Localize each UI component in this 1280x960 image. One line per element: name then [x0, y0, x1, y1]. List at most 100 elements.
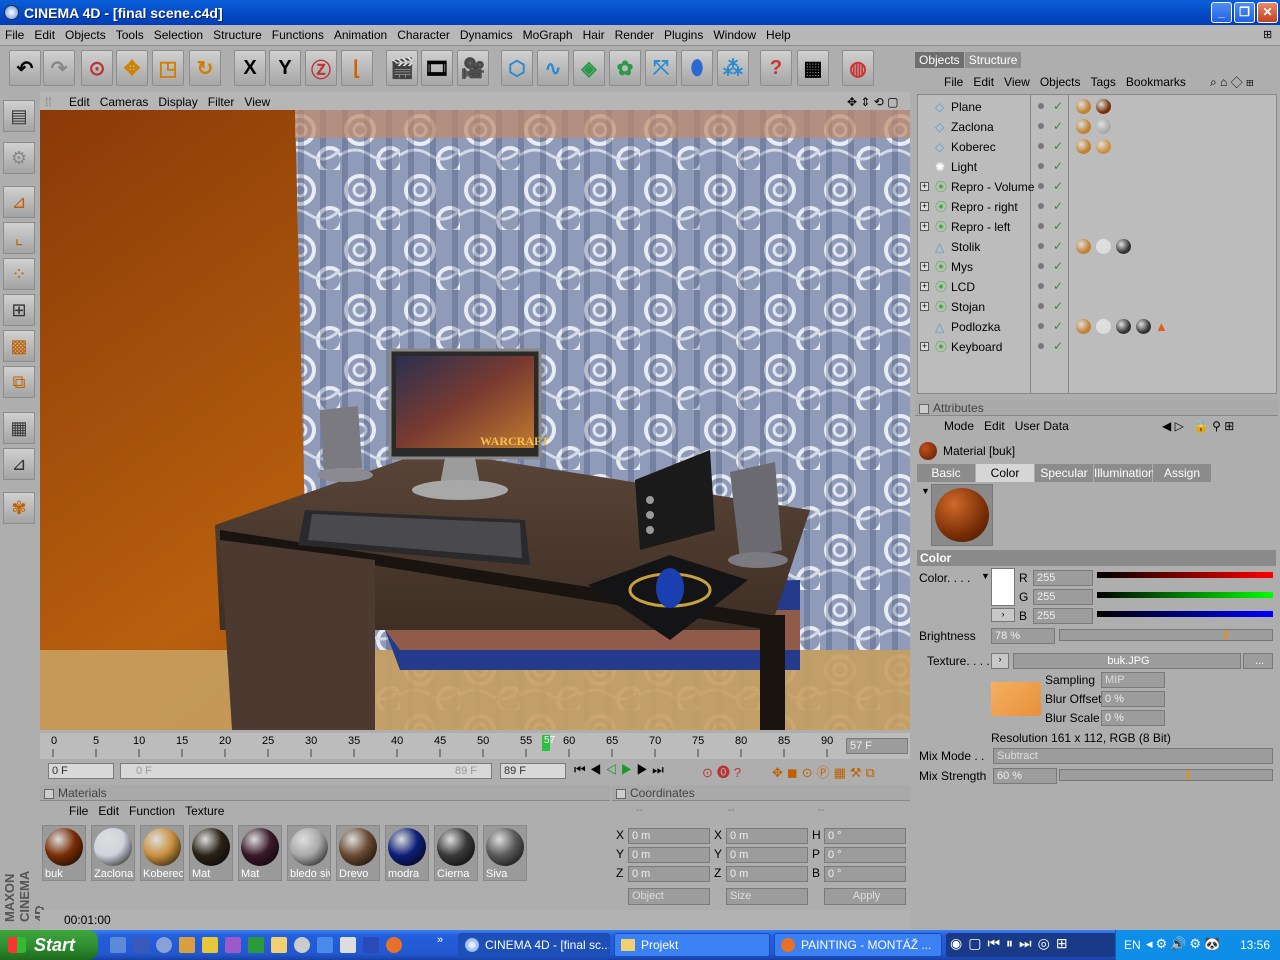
close-button[interactable]: ✕: [1257, 2, 1278, 23]
visibility-dot-icon[interactable]: [1038, 323, 1044, 329]
points-mode-icon[interactable]: ⁘: [3, 258, 35, 290]
tab-objects[interactable]: Objects: [915, 52, 964, 68]
scale-icon[interactable]: ◳: [152, 50, 184, 86]
spline-icon[interactable]: ∿: [537, 50, 569, 86]
quicklaunch-desktop-icon[interactable]: [110, 937, 126, 953]
x-axis-icon[interactable]: X: [234, 50, 266, 86]
coord-size-z-field[interactable]: 0 m: [726, 866, 808, 882]
object-row[interactable]: ✺ Light ✓: [918, 157, 1276, 177]
material-tag-icon[interactable]: [1096, 99, 1111, 114]
quicklaunch-app2-icon[interactable]: [225, 937, 241, 953]
object-row[interactable]: + ⦿ Keyboard ✓: [918, 337, 1276, 357]
attr-tab-specular[interactable]: Specular: [1035, 464, 1094, 482]
expand-icon[interactable]: +: [920, 302, 929, 311]
expand-icon[interactable]: +: [920, 202, 929, 211]
end-frame-field[interactable]: 89 F: [500, 763, 566, 779]
enabled-check-icon[interactable]: ✓: [1053, 279, 1063, 293]
expand-icon[interactable]: +: [920, 342, 929, 351]
minimize-button[interactable]: _: [1211, 2, 1232, 23]
material-swatch[interactable]: bledo siv: [287, 825, 331, 881]
menu-hair[interactable]: Hair: [578, 25, 610, 45]
object-row[interactable]: ◇ Zaclona ✓: [918, 117, 1276, 137]
color-dropdown-icon[interactable]: ▼: [981, 571, 990, 581]
blue-field[interactable]: 255: [1033, 608, 1093, 624]
menu-tools[interactable]: Tools: [111, 25, 149, 45]
phong-tag-icon[interactable]: ▲: [1155, 319, 1168, 334]
coordinate-system-icon[interactable]: ⌊: [341, 50, 373, 86]
coord-pos-y-field[interactable]: 0 m: [628, 847, 710, 863]
visibility-dot-icon[interactable]: [1038, 203, 1044, 209]
visibility-dot-icon[interactable]: [1038, 103, 1044, 109]
menu-mograph[interactable]: MoGraph: [518, 25, 578, 45]
color-picker-button[interactable]: ›: [991, 608, 1015, 622]
material-swatch[interactable]: Mat: [238, 825, 282, 881]
visibility-dot-icon[interactable]: [1038, 283, 1044, 289]
preview-range-slider[interactable]: 0 F 89 F: [120, 763, 492, 779]
keyframe-controls[interactable]: ✥◼⊙Ⓟ▦⚒⧉: [772, 762, 879, 781]
coord-pos-x-field[interactable]: 0 m: [628, 828, 710, 844]
view-layout-icon[interactable]: ▤: [3, 100, 35, 132]
mix-strength-field[interactable]: 60 %: [993, 768, 1057, 784]
menu-structure[interactable]: Structure: [208, 25, 267, 45]
coord-mode-size-select[interactable]: Size: [726, 888, 808, 905]
tray-icons[interactable]: ◂⚙🔊⚙🐼: [1146, 936, 1223, 952]
enabled-check-icon[interactable]: ✓: [1053, 339, 1063, 353]
tab-structure[interactable]: Structure: [964, 52, 1022, 68]
quicklaunch-ie-icon[interactable]: [317, 937, 333, 953]
material-tag-icon[interactable]: [1076, 99, 1091, 114]
attr-tab-color[interactable]: Color: [976, 464, 1035, 482]
media-controls-icon[interactable]: ◉▢⏮⏸⏭◎⊞: [950, 935, 1074, 952]
enabled-check-icon[interactable]: ✓: [1053, 119, 1063, 133]
quicklaunch-app-icon[interactable]: [202, 937, 218, 953]
viewport-nav-icons[interactable]: ✥ ⇕ ⟲ ▢: [842, 92, 904, 112]
object-axis-icon[interactable]: ⊿: [3, 186, 35, 218]
object-row[interactable]: △ Podlozka ✓ ▲: [918, 317, 1276, 337]
coord-rot-h-field[interactable]: 0 °: [824, 828, 906, 844]
nurbs-icon[interactable]: ◈: [573, 50, 605, 86]
blue-slider[interactable]: [1097, 611, 1273, 617]
material-swatch[interactable]: Siva: [483, 825, 527, 881]
edges-mode-icon[interactable]: ⊞: [3, 294, 35, 326]
texture-options-button[interactable]: ›: [991, 653, 1009, 669]
expand-icon[interactable]: +: [920, 282, 929, 291]
quicklaunch-paint-icon[interactable]: [179, 937, 195, 953]
visibility-dot-icon[interactable]: [1038, 223, 1044, 229]
visibility-dot-icon[interactable]: [1038, 183, 1044, 189]
visibility-dot-icon[interactable]: [1038, 163, 1044, 169]
coord-size-x-field[interactable]: 0 m: [726, 828, 808, 844]
enabled-check-icon[interactable]: ✓: [1053, 179, 1063, 193]
cube-primitive-icon[interactable]: ⬡: [501, 50, 533, 86]
attributes-menu-userdata[interactable]: User Data: [1010, 416, 1074, 436]
enabled-check-icon[interactable]: ✓: [1053, 239, 1063, 253]
polygons-mode-icon[interactable]: ▩: [3, 330, 35, 362]
objects-menu-file[interactable]: File: [939, 72, 968, 92]
material-tag-icon[interactable]: [1096, 119, 1111, 134]
viewport-menu-filter[interactable]: Filter: [203, 92, 240, 112]
language-indicator[interactable]: EN: [1124, 938, 1141, 952]
uv-mode-icon[interactable]: ⧉: [3, 366, 35, 398]
attributes-menu-mode[interactable]: Mode: [939, 416, 979, 436]
materials-menu-file[interactable]: File: [64, 801, 93, 821]
web-icon[interactable]: ◍: [842, 50, 874, 86]
enabled-check-icon[interactable]: ✓: [1053, 299, 1063, 313]
material-swatch[interactable]: buk: [42, 825, 86, 881]
sculpt-icon[interactable]: ✾: [3, 492, 35, 524]
expand-icon[interactable]: +: [920, 182, 929, 191]
enabled-check-icon[interactable]: ✓: [1053, 219, 1063, 233]
timeline-ruler[interactable]: 0 5 10 15 20 25 30 35 40 45 50 55 57 60 …: [40, 733, 910, 759]
menu-file[interactable]: File: [0, 25, 29, 45]
objects-menu-view[interactable]: View: [999, 72, 1035, 92]
deformer-icon[interactable]: ⤧: [645, 50, 677, 86]
coord-rot-b-field[interactable]: 0 °: [824, 866, 906, 882]
mix-mode-select[interactable]: Subtract: [993, 748, 1273, 764]
material-tag-icon[interactable]: [1096, 319, 1111, 334]
brightness-field[interactable]: 78 %: [991, 628, 1055, 644]
current-frame-field[interactable]: 57 F: [846, 738, 908, 754]
material-swatch[interactable]: Cierna: [434, 825, 478, 881]
viewport-menu-view[interactable]: View: [239, 92, 275, 112]
attributes-menu-edit[interactable]: Edit: [979, 416, 1010, 436]
blur-offset-field[interactable]: 0 %: [1101, 691, 1165, 707]
object-row[interactable]: + ⦿ Mys ✓: [918, 257, 1276, 277]
particle-icon[interactable]: ⁂: [717, 50, 749, 86]
undo-icon[interactable]: ↶: [9, 50, 41, 86]
